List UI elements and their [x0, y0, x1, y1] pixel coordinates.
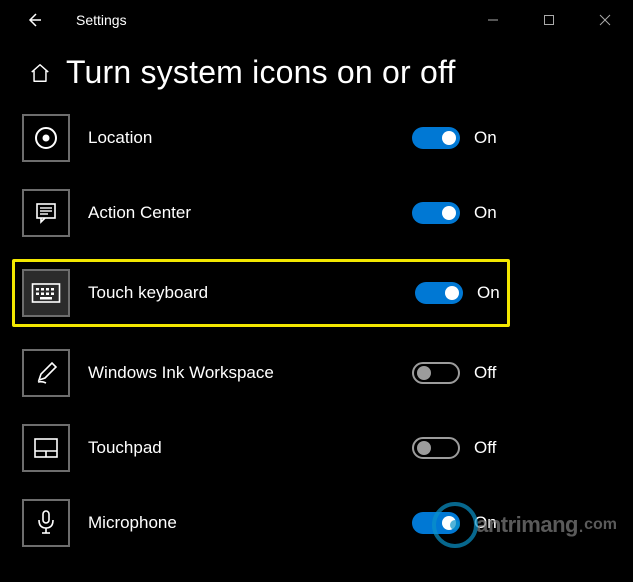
label-location: Location — [88, 128, 152, 148]
touchpad-icon — [22, 424, 70, 472]
toggle-state-windows-ink: Off — [474, 363, 496, 383]
row-microphone: Microphone On — [22, 494, 633, 552]
toggle-wrap-touchpad: Off — [412, 437, 496, 459]
maximize-button[interactable] — [521, 0, 577, 40]
toggle-state-touchpad: Off — [474, 438, 496, 458]
toggle-microphone[interactable] — [412, 512, 460, 534]
toggle-wrap-touch-keyboard: On — [415, 282, 500, 304]
row-touch-keyboard: Touch keyboard On — [12, 259, 510, 327]
toggle-state-touch-keyboard: On — [477, 283, 500, 303]
label-touchpad: Touchpad — [88, 438, 162, 458]
toggle-state-action-center: On — [474, 203, 497, 223]
row-action-center: Action Center On — [22, 184, 633, 242]
label-action-center: Action Center — [88, 203, 191, 223]
toggle-wrap-location: On — [412, 127, 497, 149]
home-icon[interactable] — [26, 59, 54, 87]
minimize-icon — [487, 14, 499, 26]
minimize-button[interactable] — [465, 0, 521, 40]
window-controls — [465, 0, 633, 40]
label-windows-ink: Windows Ink Workspace — [88, 363, 274, 383]
back-button[interactable] — [22, 8, 46, 32]
row-touchpad: Touchpad Off — [22, 419, 633, 477]
location-icon — [22, 114, 70, 162]
toggle-wrap-action-center: On — [412, 202, 497, 224]
toggle-action-center[interactable] — [412, 202, 460, 224]
back-arrow-icon — [25, 11, 43, 29]
microphone-icon — [22, 499, 70, 547]
close-button[interactable] — [577, 0, 633, 40]
label-touch-keyboard: Touch keyboard — [88, 283, 208, 303]
toggle-wrap-microphone: On — [412, 512, 497, 534]
row-windows-ink: Windows Ink Workspace Off — [22, 344, 633, 402]
action-center-icon — [22, 189, 70, 237]
page-header: Turn system icons on or off — [0, 40, 633, 109]
window-title: Settings — [76, 12, 127, 28]
toggle-wrap-windows-ink: Off — [412, 362, 496, 384]
toggle-state-location: On — [474, 128, 497, 148]
keyboard-icon — [22, 269, 70, 317]
label-microphone: Microphone — [88, 513, 177, 533]
close-icon — [599, 14, 611, 26]
maximize-icon — [543, 14, 555, 26]
toggle-touchpad[interactable] — [412, 437, 460, 459]
toggle-touch-keyboard[interactable] — [415, 282, 463, 304]
settings-list: Location On Action Center On — [0, 109, 633, 552]
toggle-windows-ink[interactable] — [412, 362, 460, 384]
row-location: Location On — [22, 109, 633, 167]
toggle-location[interactable] — [412, 127, 460, 149]
page-title: Turn system icons on or off — [66, 54, 456, 91]
titlebar: Settings — [0, 0, 633, 40]
toggle-state-microphone: On — [474, 513, 497, 533]
pen-icon — [22, 349, 70, 397]
